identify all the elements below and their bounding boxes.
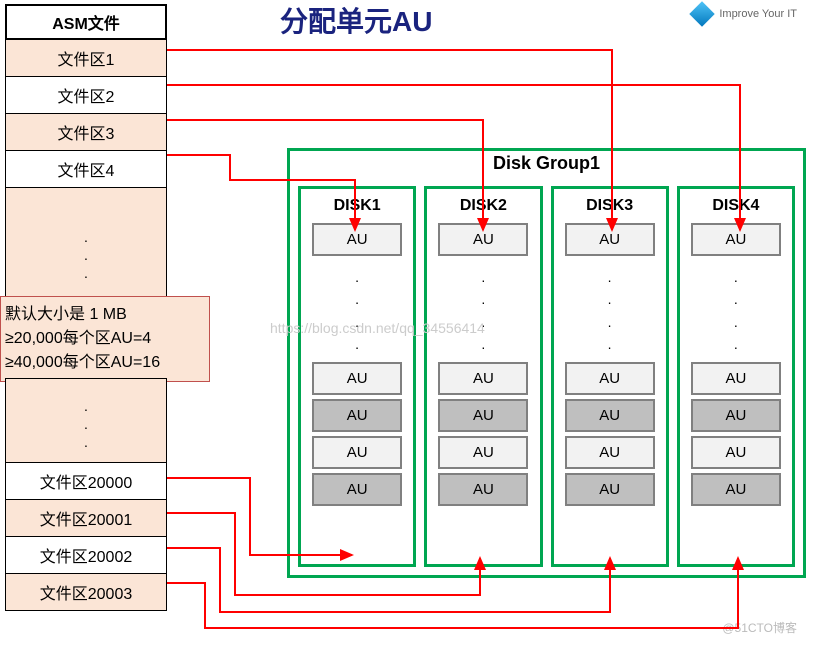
au-box: AU — [691, 223, 781, 256]
disk-3: DISK3 AU .... AU AU AU AU — [551, 186, 669, 567]
au-box: AU — [438, 362, 528, 395]
au-box: AU — [312, 436, 402, 469]
asm-cell-20002: 文件区20002 — [5, 537, 167, 574]
logo-text: Improve Your IT — [719, 8, 797, 20]
au-box: AU — [691, 436, 781, 469]
au-box: AU — [691, 473, 781, 506]
disk-1-title: DISK1 — [334, 193, 381, 223]
au-box: AU — [565, 399, 655, 432]
asm-cell-20000: 文件区20000 — [5, 463, 167, 500]
au-box: AU — [312, 473, 402, 506]
note-line-3: ≥40,000每个区AU=16 — [5, 351, 205, 375]
disk-dots: .... — [608, 260, 612, 362]
au-box: AU — [438, 223, 528, 256]
au-box: AU — [691, 399, 781, 432]
asm-header: ASM文件 — [5, 4, 167, 40]
note-line-1: 默认大小是 1 MB — [5, 303, 205, 327]
disk-4: DISK4 AU .... AU AU AU AU — [677, 186, 795, 567]
au-box: AU — [565, 473, 655, 506]
au-box: AU — [565, 362, 655, 395]
disk-3-title: DISK3 — [586, 193, 633, 223]
au-box: AU — [438, 399, 528, 432]
disk-group: Disk Group1 DISK1 AU .... AU AU AU AU DI… — [287, 148, 806, 578]
disk-dots: .... — [734, 260, 738, 362]
asm-dots-top: ... — [5, 188, 167, 303]
disk-4-title: DISK4 — [712, 193, 759, 223]
au-box: AU — [691, 362, 781, 395]
note-box: 默认大小是 1 MB ≥20,000每个区AU=4 ≥40,000每个区AU=1… — [0, 296, 210, 382]
disks-row: DISK1 AU .... AU AU AU AU DISK2 AU .... … — [298, 186, 795, 567]
note-line-2: ≥20,000每个区AU=4 — [5, 327, 205, 351]
disk-dots: .... — [355, 260, 359, 362]
logo-icon — [690, 1, 715, 26]
asm-cell-4: 文件区4 — [5, 151, 167, 188]
au-box: AU — [565, 223, 655, 256]
watermark-2: @51CTO博客 — [722, 619, 797, 636]
disk-2-title: DISK2 — [460, 193, 507, 223]
asm-column-bottom: ... 文件区20000 文件区20001 文件区20002 文件区20003 — [5, 378, 167, 611]
au-box: AU — [438, 473, 528, 506]
asm-cell-1: 文件区1 — [5, 40, 167, 77]
disk-group-title: Disk Group1 — [290, 150, 803, 177]
asm-cell-20003: 文件区20003 — [5, 574, 167, 611]
asm-cell-2: 文件区2 — [5, 77, 167, 114]
au-box: AU — [312, 223, 402, 256]
logo: Improve Your IT — [693, 5, 797, 23]
au-box: AU — [438, 436, 528, 469]
disk-1: DISK1 AU .... AU AU AU AU — [298, 186, 416, 567]
au-box: AU — [565, 436, 655, 469]
disk-dots: .... — [481, 260, 485, 362]
asm-cell-3: 文件区3 — [5, 114, 167, 151]
au-box: AU — [312, 362, 402, 395]
au-box: AU — [312, 399, 402, 432]
asm-file-column: ASM文件 文件区1 文件区2 文件区3 文件区4 ... — [5, 4, 167, 303]
asm-cell-20001: 文件区20001 — [5, 500, 167, 537]
asm-dots-bottom: ... — [5, 378, 167, 463]
page-title: 分配单元AU — [280, 0, 432, 40]
disk-2: DISK2 AU .... AU AU AU AU — [424, 186, 542, 567]
